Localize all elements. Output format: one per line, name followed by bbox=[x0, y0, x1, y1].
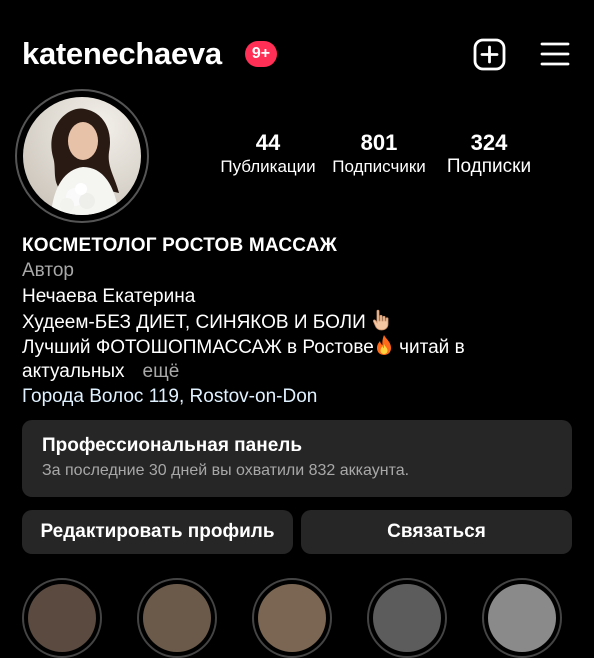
bio-line-2-text-end: читай в bbox=[399, 337, 465, 358]
professional-dashboard[interactable]: Профессиональная панель За последние 30 … bbox=[22, 420, 572, 497]
bio-title: КОСМЕТОЛОГ РОСТОВ МАССАЖ bbox=[22, 235, 338, 256]
bio-category: Автор bbox=[22, 260, 74, 281]
bio-more-link[interactable]: ещё bbox=[143, 361, 180, 382]
bio-line-3: актуальных ещё bbox=[22, 359, 179, 384]
bio-line-3-text: актуальных bbox=[22, 361, 125, 382]
story-highlight[interactable] bbox=[367, 578, 447, 658]
stat-followers-count: 801 bbox=[360, 130, 398, 155]
stat-followers[interactable]: 801 Подписчики bbox=[327, 130, 431, 178]
stat-posts-count: 44 bbox=[255, 130, 281, 155]
stat-posts-label: Публикации bbox=[220, 157, 316, 176]
stat-following[interactable]: 324 Подписки bbox=[440, 130, 538, 178]
fire-icon bbox=[374, 334, 394, 355]
story-highlight[interactable] bbox=[22, 578, 102, 658]
bio-line-2-text: Лучший ФОТОШОПМАССАЖ в Ростове bbox=[22, 337, 374, 358]
avatar[interactable] bbox=[23, 97, 141, 215]
avatar-ring[interactable] bbox=[15, 89, 149, 223]
professional-dashboard-subtitle: За последние 30 дней вы охватили 832 акк… bbox=[42, 462, 410, 479]
stat-following-label: Подписки bbox=[446, 156, 532, 177]
bio-line-1: Худеем-БЕЗ ДИЕТ, СИНЯКОВ И БОЛИ bbox=[22, 309, 391, 335]
edit-profile-button[interactable]: Редактировать профиль bbox=[22, 510, 293, 554]
bio-name: Нечаева Екатерина bbox=[22, 286, 196, 307]
professional-dashboard-title: Профессиональная панель bbox=[42, 435, 303, 456]
add-post-icon[interactable] bbox=[472, 37, 506, 71]
stat-following-count: 324 bbox=[470, 130, 508, 155]
bio-line-2: Лучший ФОТОШОПМАССАЖ в Ростове читай в bbox=[22, 334, 465, 360]
story-highlight[interactable] bbox=[252, 578, 332, 658]
story-highlight[interactable] bbox=[137, 578, 217, 658]
avatar-photo bbox=[23, 97, 141, 215]
bio-line-1-text: Худеем-БЕЗ ДИЕТ, СИНЯКОВ И БОЛИ bbox=[22, 312, 366, 333]
menu-icon[interactable] bbox=[538, 37, 572, 71]
stat-posts[interactable]: 44 Публикации bbox=[218, 130, 318, 178]
bio-location-link[interactable]: Города Волос 119, Rostov-on-Don bbox=[22, 384, 317, 409]
stat-followers-label: Подписчики bbox=[332, 157, 426, 176]
contact-button[interactable]: Связаться bbox=[301, 510, 572, 554]
notification-badge[interactable]: 9+ bbox=[245, 41, 277, 67]
profile-username[interactable]: katenechaeva bbox=[22, 34, 222, 74]
pointing-down-hand-icon bbox=[371, 309, 391, 331]
story-highlight[interactable] bbox=[482, 578, 562, 658]
